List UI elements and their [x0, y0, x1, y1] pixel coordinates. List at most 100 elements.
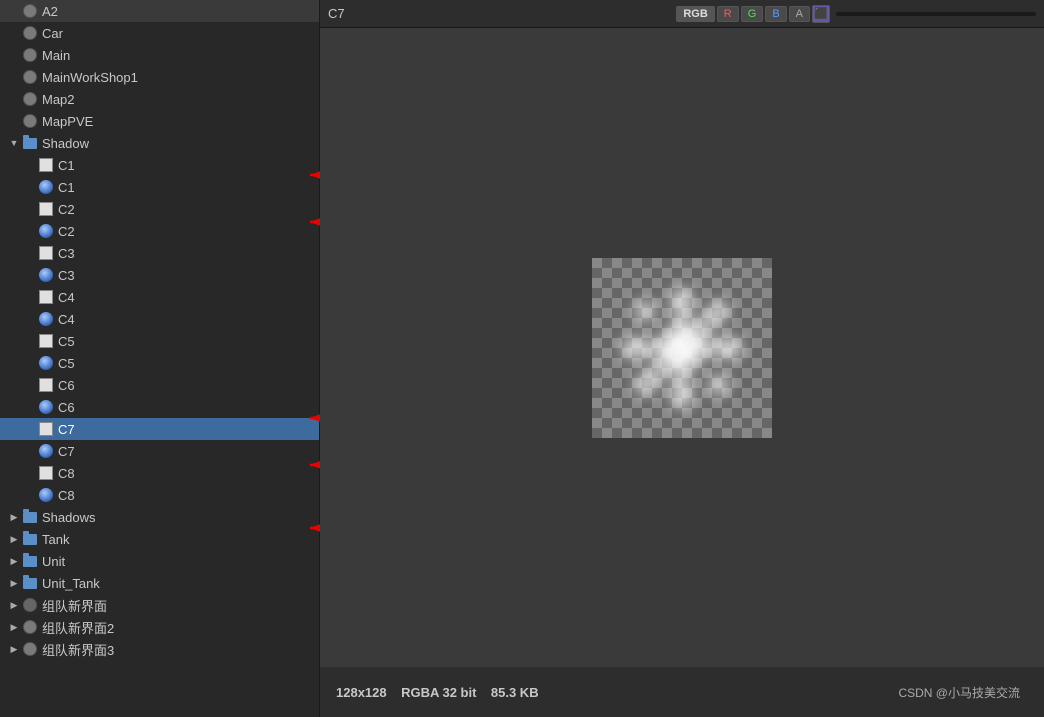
tree-item-c2-texture[interactable]: C2 [0, 198, 319, 220]
texture-format: RGBA 32 bit [401, 685, 476, 700]
label-c4-texture: C4 [58, 290, 75, 305]
texture-dimensions: 128x128 [336, 685, 387, 700]
tree-item-map2[interactable]: Map2 [0, 88, 319, 110]
tree-item-mappve[interactable]: MapPVE [0, 110, 319, 132]
tree-item-shadow[interactable]: Shadow [0, 132, 319, 154]
channel-rgb-button[interactable]: RGB [676, 6, 714, 22]
tree-item-tank[interactable]: Tank [0, 528, 319, 550]
tree-item-shadows[interactable]: Shadows [0, 506, 319, 528]
channel-extra-button[interactable]: ⬛ [812, 5, 830, 23]
folder-icon-shadows [22, 509, 38, 525]
tree-item-c2-sphere[interactable]: C2 [0, 220, 319, 242]
tree-item-zuduixinjiemian3[interactable]: 组队新界面3 [0, 638, 319, 660]
tree-item-c5-texture[interactable]: C5 [0, 330, 319, 352]
texture-icon-c7 [38, 421, 54, 437]
unity-icon-zuduixinjiemian2 [22, 619, 38, 635]
arrow-zuduixinjiemian3 [8, 643, 20, 655]
tree-item-car[interactable]: Car [0, 22, 319, 44]
arrow-tank [8, 533, 20, 545]
label-main: Main [42, 48, 70, 63]
channel-g-button[interactable]: G [741, 6, 764, 22]
folder-icon-unit [22, 553, 38, 569]
tree-item-c4-sphere[interactable]: C4 [0, 308, 319, 330]
texture-info-text: 128x128 RGBA 32 bit 85.3 KB [336, 685, 539, 700]
texture-blob [592, 258, 772, 438]
texture-icon-c6 [38, 377, 54, 393]
tree-item-c8-texture[interactable]: C8 [0, 462, 319, 484]
folder-icon-unit-tank [22, 575, 38, 591]
tree-item-a2[interactable]: A2 [0, 0, 319, 22]
tree-item-c6-texture[interactable]: C6 [0, 374, 319, 396]
unity-icon-car [22, 25, 38, 41]
texture-filesize: 85.3 KB [491, 685, 539, 700]
texture-visualization [592, 258, 772, 438]
arrow-unit-tank [8, 577, 20, 589]
channel-b-button[interactable]: B [765, 6, 786, 22]
tree-item-mainworkshop1[interactable]: MainWorkShop1 [0, 66, 319, 88]
label-c6-texture: C6 [58, 378, 75, 393]
tree-item-c5-sphere[interactable]: C5 [0, 352, 319, 374]
unity-icon-main [22, 47, 38, 63]
label-c2-texture: C2 [58, 202, 75, 217]
arrow-zuduixinjiemian2 [8, 621, 20, 633]
label-c7-texture: C7 [58, 422, 75, 437]
arrow-zuduixinjiemian [8, 599, 20, 611]
unity-icon-a2 [22, 3, 38, 19]
label-tank: Tank [42, 532, 69, 547]
unity-icon-zuduixinjiemian [22, 597, 38, 613]
preview-toolbar: C7 RGB R G B A ⬛ [320, 0, 1044, 28]
tree-item-c1-texture[interactable]: C1 [0, 154, 319, 176]
sphere-icon-c4 [38, 311, 54, 327]
label-c5-sphere: C5 [58, 356, 75, 371]
label-zuduixinjiemian: 组队新界面 [42, 596, 107, 615]
arrow-shadow [8, 137, 20, 149]
texture-preview-area [320, 28, 1044, 667]
label-c5-texture: C5 [58, 334, 75, 349]
channel-a-button[interactable]: A [789, 6, 810, 22]
label-c3-texture: C3 [58, 246, 75, 261]
unity-icon-map2 [22, 91, 38, 107]
label-unit-tank: Unit_Tank [42, 576, 100, 591]
tree-item-c4-texture[interactable]: C4 [0, 286, 319, 308]
preview-filename: C7 [328, 6, 345, 21]
credit-text: CSDN @小马技美交流 [898, 684, 1028, 701]
label-car: Car [42, 26, 63, 41]
texture-info-bar: 128x128 RGBA 32 bit 85.3 KB CSDN @小马技美交流 [320, 667, 1044, 717]
tree-item-c3-sphere[interactable]: C3 [0, 264, 319, 286]
tree-item-main[interactable]: Main [0, 44, 319, 66]
texture-icon-c5 [38, 333, 54, 349]
tree-item-zuduixinjiemian2[interactable]: 组队新界面2 [0, 616, 319, 638]
sphere-icon-c3 [38, 267, 54, 283]
label-c8-texture: C8 [58, 466, 75, 481]
tree-item-c7-texture[interactable]: C7 [0, 418, 319, 440]
tree-item-c1-sphere[interactable]: C1 [0, 176, 319, 198]
label-c1-texture: C1 [58, 158, 75, 173]
sphere-icon-c6 [38, 399, 54, 415]
label-map2: Map2 [42, 92, 75, 107]
arrow-unit [8, 555, 20, 567]
unity-icon-mainworkshop1 [22, 69, 38, 85]
tree-item-c6-sphere[interactable]: C6 [0, 396, 319, 418]
tree-item-c7-sphere[interactable]: C7 [0, 440, 319, 462]
brightness-slider[interactable] [836, 12, 1036, 16]
channel-buttons-group: RGB R G B A ⬛ [676, 5, 830, 23]
label-mainworkshop1: MainWorkShop1 [42, 70, 138, 85]
folder-icon-shadow [22, 135, 38, 151]
channel-r-button[interactable]: R [717, 6, 739, 22]
label-c7-sphere: C7 [58, 444, 75, 459]
unity-icon-mappve [22, 113, 38, 129]
tree-item-zuduixinjiemian[interactable]: 组队新界面 [0, 594, 319, 616]
texture-icon-c4 [38, 289, 54, 305]
tree-item-unit-tank[interactable]: Unit_Tank [0, 572, 319, 594]
sphere-icon-c5 [38, 355, 54, 371]
tree-item-c8-sphere[interactable]: C8 [0, 484, 319, 506]
tree-item-c3-texture[interactable]: C3 [0, 242, 319, 264]
label-c8-sphere: C8 [58, 488, 75, 503]
label-unit: Unit [42, 554, 65, 569]
label-c6-sphere: C6 [58, 400, 75, 415]
label-zuduixinjiemian2: 组队新界面2 [42, 618, 114, 637]
label-mappve: MapPVE [42, 114, 93, 129]
tree-item-unit[interactable]: Unit [0, 550, 319, 572]
folder-icon-tank [22, 531, 38, 547]
right-panel: C7 RGB R G B A ⬛ [320, 0, 1044, 717]
